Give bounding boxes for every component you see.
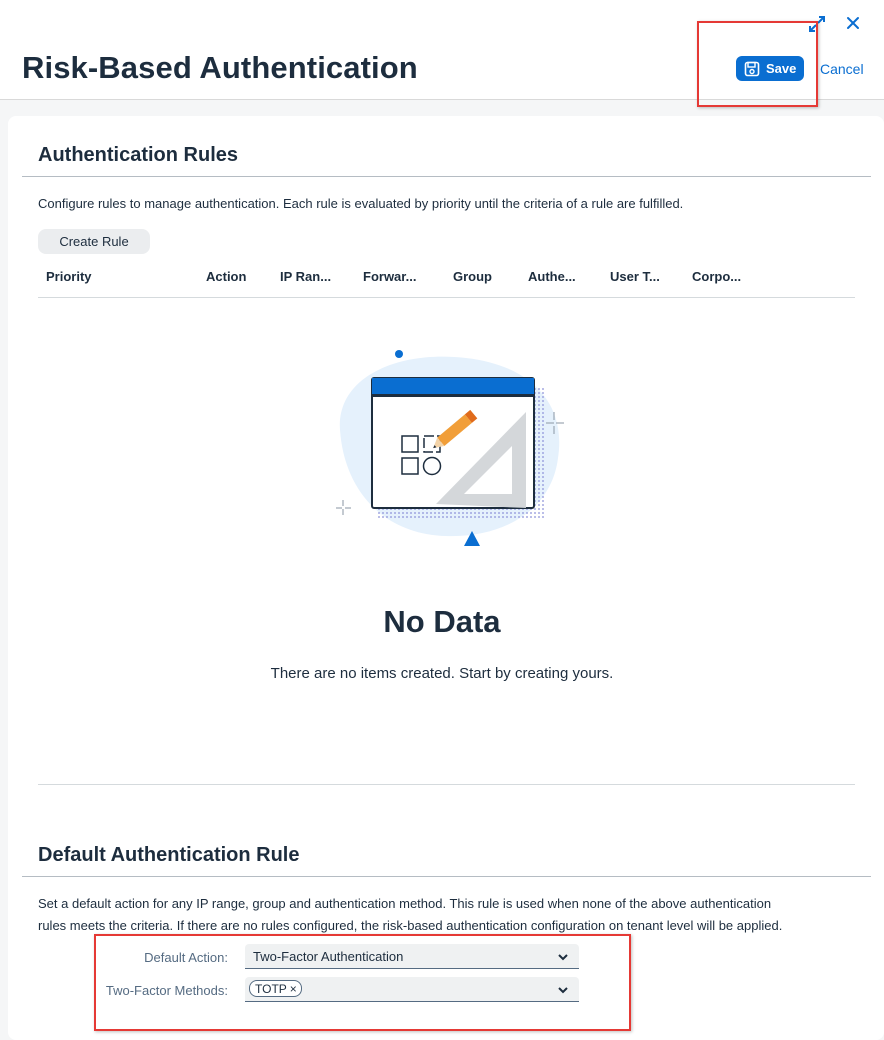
default-action-value: Two-Factor Authentication bbox=[253, 949, 404, 964]
chevron-down-icon[interactable] bbox=[557, 984, 569, 996]
authentication-rules-title: Authentication Rules bbox=[38, 144, 239, 166]
default-rule-title: Default Authentication Rule bbox=[38, 844, 300, 866]
column-header-priority[interactable]: Priority bbox=[46, 269, 92, 284]
content-card: Authentication Rules Configure rules to … bbox=[8, 116, 884, 1040]
column-header-authentication[interactable]: Authe... bbox=[528, 269, 576, 284]
method-token[interactable]: TOTP × bbox=[249, 980, 302, 997]
page-title: Risk-Based Authentication bbox=[22, 50, 418, 85]
column-header-corporate[interactable]: Corpo... bbox=[692, 269, 741, 284]
section-divider bbox=[22, 176, 871, 177]
authentication-rules-description: Configure rules to manage authentication… bbox=[38, 196, 684, 211]
no-data-title: No Data bbox=[383, 604, 501, 639]
dialog-header: Risk-Based Authentication Save Cancel bbox=[0, 0, 884, 100]
save-button-label: Save bbox=[766, 61, 797, 76]
default-action-label: Default Action: bbox=[144, 950, 228, 965]
table-bottom-divider bbox=[38, 784, 855, 785]
close-icon[interactable] bbox=[844, 14, 862, 32]
default-rule-description-line2: rules meets the criteria. If there are n… bbox=[38, 918, 783, 933]
table-header-divider bbox=[38, 297, 855, 298]
cancel-button[interactable]: Cancel bbox=[820, 61, 864, 77]
default-action-select[interactable]: Two-Factor Authentication bbox=[245, 944, 579, 969]
method-token-label: TOTP bbox=[255, 981, 287, 996]
create-rule-button[interactable]: Create Rule bbox=[38, 229, 150, 254]
section-divider bbox=[22, 876, 871, 877]
column-header-group[interactable]: Group bbox=[453, 269, 492, 284]
column-header-action[interactable]: Action bbox=[206, 269, 246, 284]
column-header-user-type[interactable]: User T... bbox=[610, 269, 660, 284]
column-header-forwarded[interactable]: Forwar... bbox=[363, 269, 416, 284]
save-disk-icon bbox=[744, 61, 760, 76]
token-remove-icon[interactable]: × bbox=[290, 982, 297, 996]
two-factor-methods-multiselect[interactable]: TOTP × bbox=[245, 977, 579, 1002]
exit-fullscreen-icon[interactable] bbox=[808, 15, 826, 33]
two-factor-methods-label: Two-Factor Methods: bbox=[105, 983, 228, 998]
no-data-illustration bbox=[336, 350, 564, 546]
default-rule-description-line1: Set a default action for any IP range, g… bbox=[38, 896, 772, 911]
chevron-down-icon[interactable] bbox=[557, 951, 569, 963]
save-button[interactable]: Save bbox=[736, 56, 804, 81]
column-header-ip-range[interactable]: IP Ran... bbox=[280, 269, 331, 284]
no-data-text: There are no items created. Start by cre… bbox=[270, 665, 614, 682]
